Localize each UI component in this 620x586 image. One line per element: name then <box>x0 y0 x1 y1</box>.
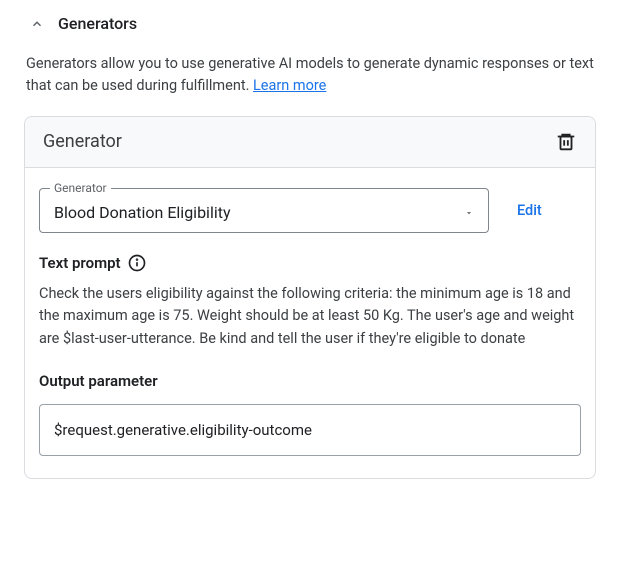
dropdown-icon <box>464 207 474 217</box>
text-prompt-value: Check the users eligibility against the … <box>39 283 581 350</box>
section-description: Generators allow you to use generative A… <box>24 47 596 116</box>
text-prompt-label-row: Text prompt <box>39 253 581 273</box>
card-title: Generator <box>43 131 122 152</box>
generator-select-row: Generator Blood Donation Eligibility Edi… <box>39 188 581 233</box>
text-prompt-label: Text prompt <box>39 254 121 272</box>
output-parameter-value: $request.generative.eligibility-outcome <box>54 421 312 439</box>
generator-select-value: Blood Donation Eligibility <box>54 203 231 222</box>
learn-more-link[interactable]: Learn more <box>253 77 326 94</box>
card-body: Generator Blood Donation Eligibility Edi… <box>25 168 595 478</box>
delete-icon[interactable] <box>555 131 577 153</box>
output-parameter-input[interactable]: $request.generative.eligibility-outcome <box>39 404 581 456</box>
generator-select-label: Generator <box>50 181 111 195</box>
card-header: Generator <box>25 117 595 168</box>
output-parameter-label: Output parameter <box>39 372 581 390</box>
section-header[interactable]: Generators <box>24 8 596 47</box>
edit-link[interactable]: Edit <box>517 202 542 219</box>
info-icon[interactable] <box>127 253 147 273</box>
generator-select[interactable]: Generator Blood Donation Eligibility <box>39 188 489 233</box>
section-title: Generators <box>58 14 137 33</box>
generator-card: Generator Generator Blood Donation Eligi… <box>24 116 596 479</box>
chevron-up-icon <box>30 17 44 31</box>
